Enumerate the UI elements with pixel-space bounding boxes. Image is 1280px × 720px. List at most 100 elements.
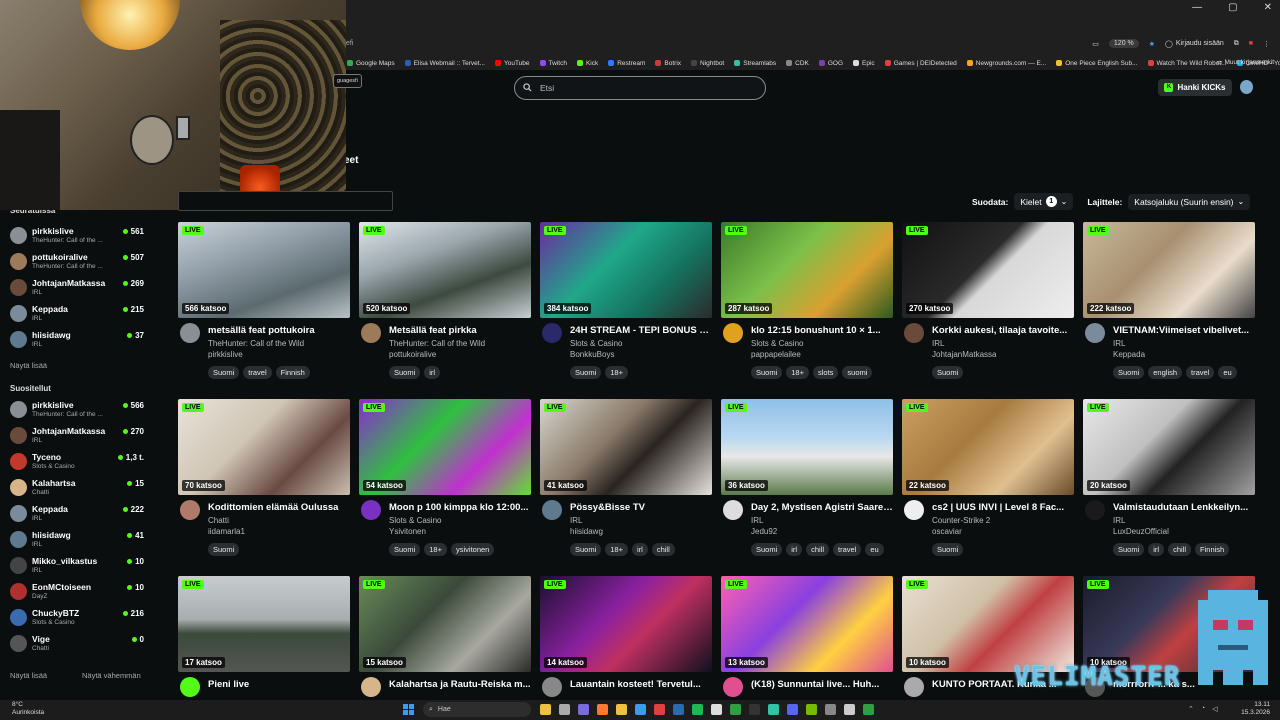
show-more-recommended[interactable]: Näytä lisää	[10, 671, 47, 680]
stream-category[interactable]: IRL	[1113, 516, 1125, 525]
sidebar-channel[interactable]: EonMCtoiseen DayZ 10	[10, 580, 146, 604]
stream-title[interactable]: Valmistaudutaan Lenkkeilyn...	[1113, 502, 1255, 513]
bookmark-item[interactable]: Elisa Webmail :: Tervet...	[400, 60, 490, 67]
stream-tag[interactable]: Suomi	[932, 366, 964, 379]
bookmark-item[interactable]: Botrix	[650, 60, 686, 67]
stream-category[interactable]: Chatti	[208, 516, 229, 525]
streamer-avatar[interactable]	[361, 677, 381, 697]
stream-tag[interactable]: Suomi	[389, 543, 421, 556]
stream-thumbnail[interactable]: LIVE 54 katsoo	[359, 399, 531, 495]
streamer-name[interactable]: LuxDeuzOfficial	[1113, 527, 1169, 536]
stream-tag[interactable]: eu	[1218, 366, 1237, 379]
stream-tag[interactable]: slots	[813, 366, 839, 379]
stream-category[interactable]: Slots & Casino	[751, 339, 803, 348]
stream-thumbnail[interactable]: LIVE 270 katsoo	[902, 222, 1074, 318]
stream-thumbnail[interactable]: LIVE 36 katsoo	[721, 399, 893, 495]
stream-card[interactable]: LIVE 20 katsoo Valmistaudutaan Lenkkeilyn.…	[1083, 399, 1255, 569]
stream-tag[interactable]: ysivitonen	[451, 543, 495, 556]
stream-category[interactable]: Slots & Casino	[570, 339, 622, 348]
bookmark-item[interactable]: Kick	[572, 60, 603, 67]
stream-thumbnail[interactable]: LIVE 22 katsoo	[902, 399, 1074, 495]
bookmark-item[interactable]: Nightbot	[686, 60, 729, 67]
stream-thumbnail[interactable]: LIVE 520 katsoo	[359, 222, 531, 318]
stream-tag[interactable]: Finnish	[1195, 543, 1230, 556]
streamer-avatar[interactable]	[180, 323, 200, 343]
bookmark-item[interactable]: Twitch	[535, 60, 572, 67]
stream-thumbnail[interactable]: LIVE 14 katsoo	[540, 576, 712, 672]
stream-thumbnail[interactable]: LIVE 566 katsoo	[178, 222, 350, 318]
sidebar-channel[interactable]: hiisidawg IRL 41	[10, 528, 146, 552]
sidebar-channel[interactable]: pirkkislive TheHunter: Call of the ... 566	[10, 398, 146, 422]
streamer-avatar[interactable]	[904, 677, 924, 697]
extensions-icon[interactable]: ⧉	[1234, 40, 1239, 48]
stream-title[interactable]: Kodittomien elämää Oulussa	[208, 502, 350, 513]
discord-icon[interactable]	[787, 704, 798, 715]
stream-card[interactable]: LIVE 287 katsoo klo 12:15 bonushunt 10 × 1…	[721, 222, 893, 392]
streamer-name[interactable]: Jedu92	[751, 527, 777, 536]
stream-tag[interactable]: chill	[651, 543, 675, 556]
streamer-avatar[interactable]	[904, 500, 924, 520]
sidebar-channel[interactable]: Keppada IRL 215	[10, 302, 146, 326]
stream-thumbnail[interactable]: LIVE 384 katsoo	[540, 222, 712, 318]
stream-tag[interactable]: eu	[865, 543, 884, 556]
weather-widget[interactable]: 8°C Aurinkoista	[12, 701, 44, 717]
category-filter-input[interactable]	[178, 191, 393, 211]
bookmark-item[interactable]: Streamlabs	[729, 60, 781, 67]
streamlabs-icon[interactable]	[768, 704, 779, 715]
streamer-avatar[interactable]	[1085, 323, 1105, 343]
stream-title[interactable]: metsällä feat pottukoira	[208, 325, 350, 336]
get-kicks-button[interactable]: K Hanki KICKs	[1158, 79, 1232, 96]
network-icon[interactable]: ◔	[1201, 705, 1205, 713]
sidebar-channel[interactable]: Mikko_vilkastus IRL 10	[10, 554, 146, 578]
streamer-avatar[interactable]	[1085, 500, 1105, 520]
sort-dropdown[interactable]: Katsojaluku (Suurin ensin) ⌄	[1128, 193, 1251, 210]
stream-card[interactable]: LIVE 41 katsoo Pössy&Bisse TV IRL hiisidawg S…	[540, 399, 712, 569]
screen-icon[interactable]: ▭	[1092, 40, 1099, 48]
chat-icon[interactable]	[578, 704, 589, 715]
stream-category[interactable]: IRL	[1113, 339, 1125, 348]
bookmark-item[interactable]: Epic	[848, 60, 880, 67]
profile-avatar[interactable]	[1240, 80, 1253, 94]
close-button[interactable]: ✕	[1264, 2, 1272, 13]
volume-icon[interactable]: ◁	[1212, 705, 1217, 713]
bookmark-item[interactable]: Games | DEIDetected	[880, 60, 962, 67]
chrome-icon[interactable]	[654, 704, 665, 715]
streamer-name[interactable]: BonkkuBoys	[570, 350, 614, 359]
explorer-icon[interactable]	[616, 704, 627, 715]
show-less-recommended[interactable]: Näytä vähemmän	[82, 671, 141, 680]
streamer-name[interactable]: Ysivitonen	[389, 527, 426, 536]
bookmark-item[interactable]: GOG	[814, 60, 848, 67]
stream-title[interactable]: 24H STREAM - TEPI BONUS H...	[570, 325, 712, 336]
nvidia-icon[interactable]	[806, 704, 817, 715]
stream-title[interactable]: Pieni live	[208, 679, 350, 690]
stream-tag[interactable]: Suomi	[1113, 366, 1145, 379]
stream-tag[interactable]: english	[1148, 366, 1183, 379]
stream-tag[interactable]: Finnish	[275, 366, 310, 379]
extension-badge-icon[interactable]: ■	[1249, 40, 1253, 47]
spotify-icon[interactable]	[692, 704, 703, 715]
stream-tag[interactable]: Suomi	[389, 366, 421, 379]
firefox-icon[interactable]	[597, 704, 608, 715]
stream-tag[interactable]: chill	[1168, 543, 1192, 556]
app-icon[interactable]	[844, 704, 855, 715]
sidebar-channel[interactable]: ChuckyBTZ Slots & Casino 216	[10, 606, 146, 630]
stream-card[interactable]: LIVE 13 katsoo (K18) Sunnuntai live... Huh…	[721, 576, 893, 720]
stream-category[interactable]: Counter-Strike 2	[932, 516, 990, 525]
stream-tag[interactable]: Suomi	[932, 543, 964, 556]
bookmark-item[interactable]: One Piece English Sub...	[1051, 60, 1142, 67]
stream-card[interactable]: LIVE 10 katsoo KUNTO PORTAAT. Kunka ...	[902, 576, 1074, 720]
stream-tag[interactable]: Suomi	[751, 543, 783, 556]
streamer-avatar[interactable]	[361, 323, 381, 343]
language-chip[interactable]: guagesfi	[333, 74, 362, 88]
stream-card[interactable]: LIVE 222 katsoo VIETNAM:Viimeiset vibelive…	[1083, 222, 1255, 392]
stream-tag[interactable]: 18+	[605, 366, 628, 379]
streamer-name[interactable]: pottukoiralive	[389, 350, 436, 359]
bookmark-item[interactable]: Newgrounds.com — E...	[962, 60, 1051, 67]
stream-thumbnail[interactable]: LIVE 15 katsoo	[359, 576, 531, 672]
stream-title[interactable]: Pössy&Bisse TV	[570, 502, 712, 513]
stream-title[interactable]: klo 12:15 bonushunt 10 × 1...	[751, 325, 893, 336]
stream-category[interactable]: Slots & Casino	[389, 516, 441, 525]
streamer-name[interactable]: pappapelailee	[751, 350, 801, 359]
stream-tag[interactable]: irl	[632, 543, 648, 556]
app-icon[interactable]	[825, 704, 836, 715]
